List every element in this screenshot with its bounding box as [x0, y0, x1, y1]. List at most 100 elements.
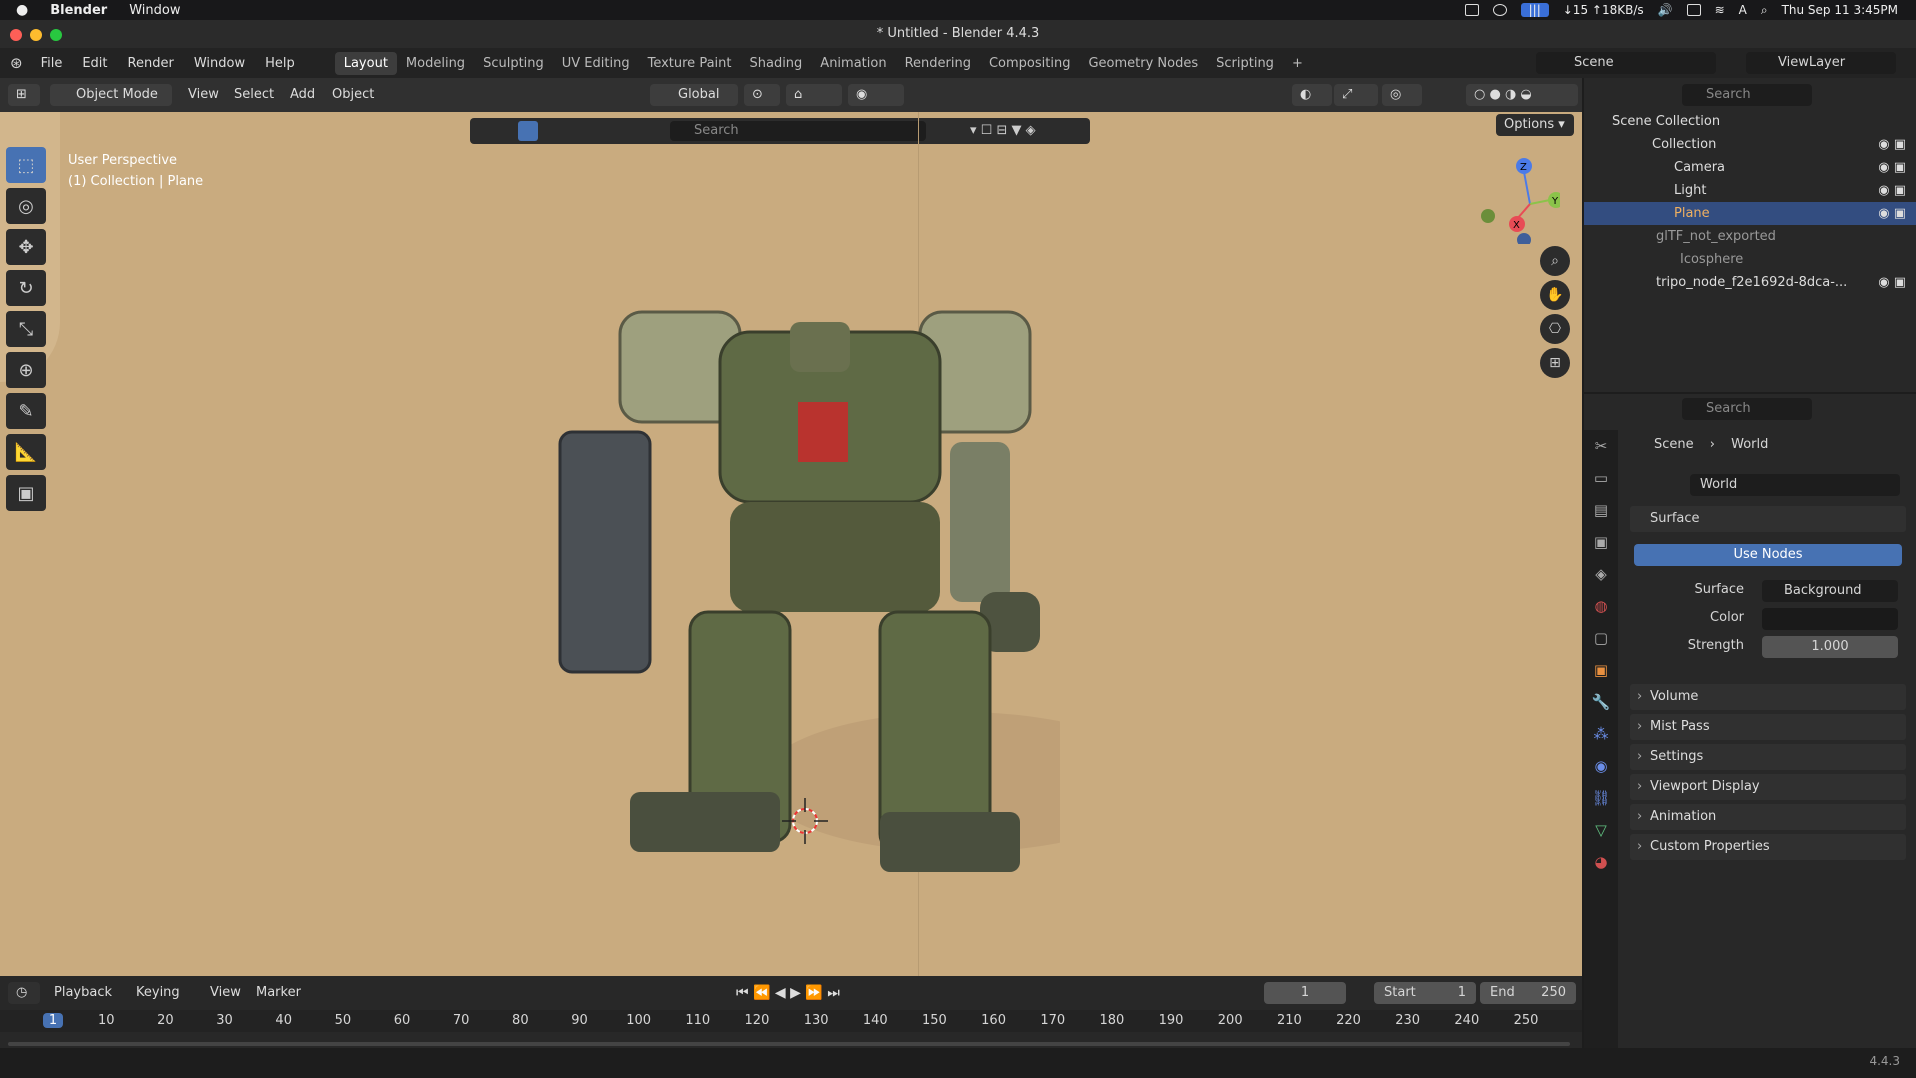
- input-icon[interactable]: A: [1739, 3, 1747, 17]
- section-settings[interactable]: Settings: [1630, 744, 1906, 770]
- use-nodes-button[interactable]: Use Nodes: [1634, 544, 1902, 566]
- section-viewport-display[interactable]: Viewport Display: [1630, 774, 1906, 800]
- editor-type-icon[interactable]: ⊞: [8, 84, 40, 106]
- minimize-icon[interactable]: [30, 29, 42, 41]
- vp-menu-add[interactable]: Add: [290, 84, 315, 106]
- add-workspace-icon[interactable]: +: [1283, 52, 1312, 75]
- audio-icon[interactable]: |||: [1520, 3, 1549, 17]
- color-swatch[interactable]: [1762, 608, 1898, 630]
- timeline-menu-view[interactable]: View: [210, 982, 241, 1004]
- scene-selector[interactable]: Scene: [1536, 52, 1716, 74]
- start-frame-field[interactable]: Start 1: [1374, 982, 1476, 1004]
- frame-ruler[interactable]: 1 10 20 30 40 50 60 70 80 90 100 110 120 130 140 150 160…: [0, 1010, 1582, 1032]
- outliner-row-collection[interactable]: Collection ◉ ▣: [1584, 133, 1916, 156]
- close-icon[interactable]: [10, 29, 22, 41]
- outliner-scene-collection[interactable]: Scene Collection: [1584, 110, 1916, 133]
- cursor-tool-icon[interactable]: ◎: [6, 188, 46, 224]
- mode-select[interactable]: Object Mode ▾: [50, 84, 172, 124]
- outliner-search[interactable]: Search: [1682, 84, 1812, 106]
- navigation-gizmo[interactable]: Z Y X: [1470, 144, 1560, 244]
- output-tab-icon[interactable]: ▤: [1584, 494, 1618, 526]
- object-tab-icon[interactable]: ▣: [1584, 654, 1618, 686]
- snap-icon[interactable]: ⌂: [786, 84, 842, 106]
- datetime[interactable]: Thu Sep 11 3:45PM: [1782, 3, 1898, 17]
- tab-modeling[interactable]: Modeling: [397, 52, 474, 75]
- timeline-menu-playback[interactable]: Playback: [54, 982, 112, 1004]
- select-box-icon[interactable]: [518, 121, 538, 141]
- end-frame-field[interactable]: End 250: [1480, 982, 1576, 1004]
- ortho-view-icon[interactable]: ⊞: [1540, 348, 1570, 378]
- display-icon[interactable]: [1686, 4, 1701, 16]
- properties-search[interactable]: Search: [1682, 398, 1812, 420]
- visibility-eye-icon[interactable]: ◉ ▣: [1878, 202, 1906, 225]
- menu-edit[interactable]: Edit: [72, 56, 117, 71]
- tab-shading[interactable]: Shading: [740, 52, 811, 75]
- add-cube-tool-icon[interactable]: ▣: [6, 475, 46, 511]
- tab-compositing[interactable]: Compositing: [980, 52, 1080, 75]
- tab-uv-editing[interactable]: UV Editing: [553, 52, 639, 75]
- collection-tab-icon[interactable]: ▢: [1584, 622, 1618, 654]
- menu-window[interactable]: Window: [184, 56, 255, 71]
- tab-rendering[interactable]: Rendering: [896, 52, 980, 75]
- camera-view-icon[interactable]: ⎔: [1540, 314, 1570, 344]
- visibility-eye-icon[interactable]: ◉ ▣: [1878, 271, 1906, 294]
- search-icon[interactable]: ⌕: [1761, 3, 1768, 18]
- tab-texture-paint[interactable]: Texture Paint: [639, 52, 741, 75]
- data-tab-icon[interactable]: ▽: [1584, 814, 1618, 846]
- outliner-row-light[interactable]: Light ◉ ▣: [1584, 179, 1916, 202]
- menubar-app[interactable]: Blender: [50, 3, 107, 18]
- 3d-cursor-icon[interactable]: [782, 798, 828, 844]
- blender-logo-icon[interactable]: ⊛: [0, 54, 31, 72]
- select-box-tool-icon[interactable]: ⬚: [6, 147, 46, 183]
- timeline-scrollbar[interactable]: [8, 1042, 1570, 1046]
- constraints-tab-icon[interactable]: ⛓: [1584, 782, 1618, 814]
- outliner-row-icosphere[interactable]: Icosphere: [1584, 248, 1916, 271]
- surface-shader-select[interactable]: Background: [1762, 580, 1898, 602]
- shading-modes[interactable]: ○ ● ◑ ◒: [1466, 84, 1578, 106]
- tool-tab-icon[interactable]: ✂: [1584, 430, 1618, 462]
- current-frame-field[interactable]: 1: [1264, 982, 1346, 1004]
- tab-scripting[interactable]: Scripting: [1207, 52, 1283, 75]
- pan-view-icon[interactable]: ✋: [1540, 280, 1570, 310]
- transform-tool-icon[interactable]: ⊕: [6, 352, 46, 388]
- viewport-search[interactable]: Search: [670, 121, 926, 141]
- gizmo-icon[interactable]: ⤢: [1334, 84, 1378, 106]
- vp-menu-select[interactable]: Select: [234, 84, 274, 106]
- menu-render[interactable]: Render: [118, 56, 184, 71]
- tab-sculpting[interactable]: Sculpting: [474, 52, 553, 75]
- physics-tab-icon[interactable]: ◉: [1584, 750, 1618, 782]
- world-tab-icon[interactable]: ◍: [1584, 590, 1618, 622]
- visibility-icon[interactable]: ◐: [1292, 84, 1332, 106]
- apple-icon[interactable]: ●: [16, 2, 28, 18]
- outliner-row-tripo[interactable]: tripo_node_f2e1692d-8dca-... ◉ ▣: [1584, 271, 1916, 294]
- orientation-select[interactable]: Global ▾: [650, 84, 738, 124]
- strength-field[interactable]: 1.000: [1762, 636, 1898, 658]
- vp-menu-view[interactable]: View: [188, 84, 219, 106]
- section-custom-properties[interactable]: Custom Properties: [1630, 834, 1906, 860]
- tab-geometry-nodes[interactable]: Geometry Nodes: [1079, 52, 1207, 75]
- proportional-edit-icon[interactable]: ◉: [848, 84, 904, 106]
- rotate-tool-icon[interactable]: ↻: [6, 270, 46, 306]
- render-tab-icon[interactable]: ▭: [1584, 462, 1618, 494]
- playback-controls[interactable]: ⏮ ⏪ ◀ ▶ ⏩ ⏭: [736, 982, 876, 1004]
- world-selector[interactable]: World: [1690, 474, 1900, 496]
- menubar-window[interactable]: Window: [129, 3, 180, 18]
- menu-help[interactable]: Help: [255, 56, 305, 71]
- outliner-row-plane[interactable]: Plane ◉ ▣: [1584, 202, 1916, 225]
- robot-model[interactable]: [540, 292, 1060, 972]
- filter-icon[interactable]: ▾ ☐ ⊟ ▼ ◈: [970, 121, 1070, 141]
- timeline-menu-keying[interactable]: Keying: [136, 982, 180, 1004]
- menu-file[interactable]: File: [31, 56, 73, 71]
- vp-menu-object[interactable]: Object: [332, 84, 374, 106]
- zoom-view-icon[interactable]: ⌕: [1540, 246, 1570, 276]
- options-button[interactable]: Options ▾: [1496, 114, 1574, 136]
- battery-icon[interactable]: [1464, 4, 1479, 16]
- section-animation[interactable]: Animation: [1630, 804, 1906, 830]
- outliner-row-camera[interactable]: Camera ◉ ▣: [1584, 156, 1916, 179]
- surface-panel-header[interactable]: Surface: [1630, 506, 1906, 532]
- zoom-icon[interactable]: [50, 29, 62, 41]
- outliner-row-gltf[interactable]: glTF_not_exported: [1584, 225, 1916, 248]
- scale-tool-icon[interactable]: ⤡: [6, 311, 46, 347]
- tab-layout[interactable]: Layout: [334, 51, 397, 75]
- particles-tab-icon[interactable]: ⁂: [1584, 718, 1618, 750]
